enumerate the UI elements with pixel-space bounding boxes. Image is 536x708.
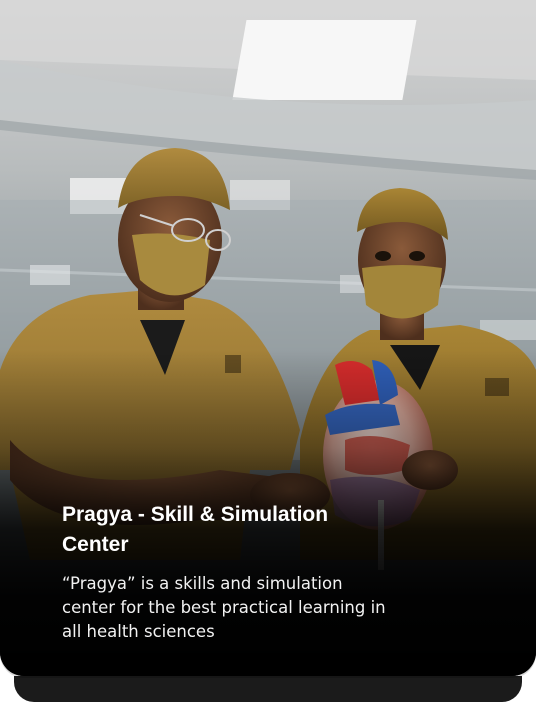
card-caption: Pragya - Skill & Simulation Center “Prag… — [62, 500, 482, 644]
card-title: Pragya - Skill & Simulation Center — [62, 503, 329, 556]
page: Pragya - Skill & Simulation Center “Prag… — [0, 0, 536, 708]
card-shadow — [14, 676, 522, 702]
card-description: “Pragya” is a skills and simulation cent… — [62, 574, 386, 641]
program-card[interactable]: Pragya - Skill & Simulation Center “Prag… — [0, 0, 536, 676]
